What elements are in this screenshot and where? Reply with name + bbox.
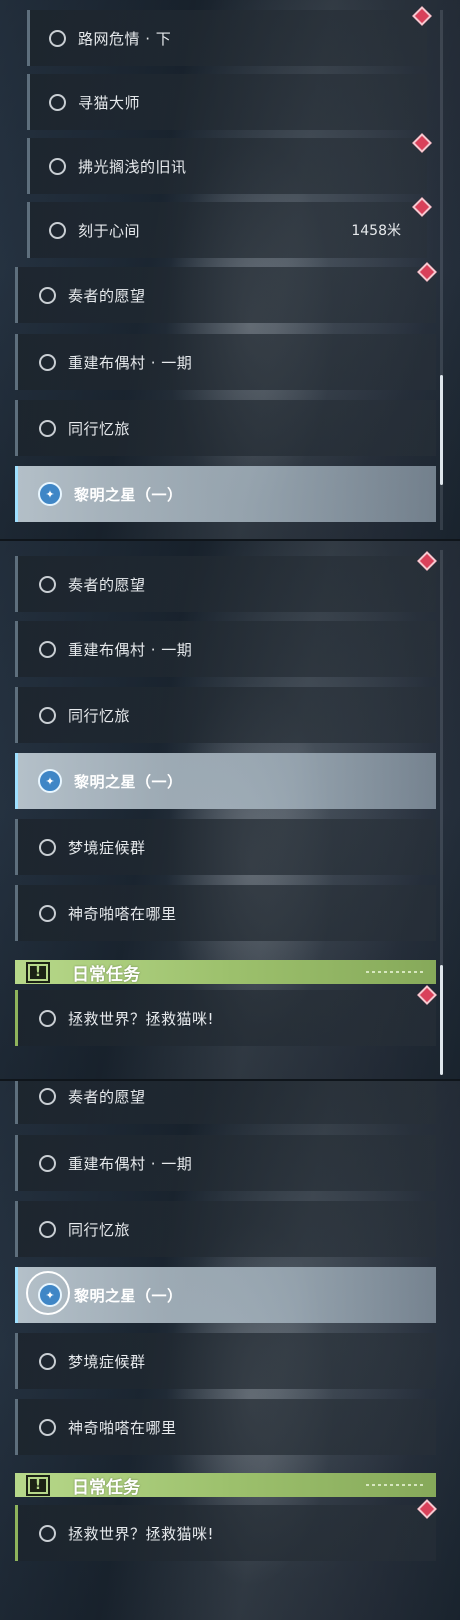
quest-item[interactable]: 同行忆旅	[15, 1201, 436, 1257]
quest-label: 梦境症候群	[68, 1352, 146, 1371]
quest-label: 黎明之星（一）	[74, 772, 183, 791]
circle-icon	[39, 1220, 56, 1238]
quest-item-tracked[interactable]: ✦ 黎明之星（一）	[15, 466, 436, 522]
quest-item[interactable]: 奏者的愿望	[15, 1080, 436, 1124]
circle-icon	[39, 1009, 56, 1027]
daily-quest-section-header[interactable]: ! 日常任务	[15, 960, 436, 985]
circle-icon	[49, 221, 66, 239]
quest-label: 奏者的愿望	[68, 575, 146, 594]
quest-item[interactable]: 梦境症候群	[15, 819, 436, 875]
quest-item[interactable]: 奏者的愿望	[15, 556, 436, 612]
distance-label: 1458米	[351, 223, 401, 239]
quest-label: 拯救世界？拯救猫咪!	[68, 1009, 215, 1028]
quest-label: 寻猫大师	[78, 93, 141, 112]
circle-icon	[39, 419, 56, 437]
exclamation-icon: !	[26, 1474, 50, 1496]
circle-icon	[39, 838, 56, 856]
quest-item[interactable]: 重建布偶村 · 一期	[15, 334, 436, 390]
quest-label: 黎明之星（一）	[74, 1286, 183, 1305]
section-title: 日常任务	[72, 964, 140, 985]
quest-label: 同行忆旅	[68, 419, 131, 438]
divider	[0, 1079, 460, 1081]
quest-item[interactable]: 寻猫大师	[27, 74, 427, 130]
scrollbar-thumb[interactable]	[440, 375, 443, 485]
tracking-star-icon: ✦	[38, 769, 62, 793]
quest-label: 梦境症候群	[68, 838, 146, 857]
quest-list-panel-1: 路网危情 · 下 寻猫大师 拂光搁浅的旧讯 刻于心间 1458米 奏者的愿望 重…	[0, 0, 460, 540]
section-decoration	[366, 1484, 424, 1486]
circle-icon	[39, 1087, 56, 1105]
daily-quest-section-header[interactable]: ! 日常任务	[15, 1473, 436, 1498]
circle-icon	[39, 640, 56, 658]
circle-icon	[49, 93, 66, 111]
quest-item[interactable]: 重建布偶村 · 一期	[15, 621, 436, 677]
quest-item[interactable]: 重建布偶村 · 一期	[15, 1135, 436, 1191]
quest-label: 重建布偶村 · 一期	[68, 640, 193, 659]
tracking-star-icon: ✦	[26, 1271, 70, 1315]
quest-item[interactable]: 奏者的愿望	[15, 267, 436, 323]
quest-item[interactable]: 同行忆旅	[15, 400, 436, 456]
exclamation-icon: !	[26, 961, 50, 983]
quest-item[interactable]: 梦境症候群	[15, 1333, 436, 1389]
scrollbar-thumb[interactable]	[440, 965, 443, 1075]
section-title: 日常任务	[72, 1477, 140, 1498]
divider	[0, 539, 460, 541]
quest-label: 神奇啪嗒在哪里	[68, 904, 177, 923]
quest-label: 神奇啪嗒在哪里	[68, 1418, 177, 1437]
selection-ring	[26, 1271, 70, 1315]
quest-label: 路网危情 · 下	[78, 29, 172, 48]
quest-list-panel-2: 奏者的愿望 重建布偶村 · 一期 同行忆旅 ✦ 黎明之星（一） 梦境症候群 神奇…	[0, 540, 460, 1080]
circle-icon	[39, 286, 56, 304]
daily-quest-item[interactable]: 拯救世界？拯救猫咪!	[15, 990, 436, 1046]
circle-icon	[39, 1352, 56, 1370]
quest-label: 同行忆旅	[68, 706, 131, 725]
quest-item[interactable]: 神奇啪嗒在哪里	[15, 1399, 436, 1455]
quest-label: 奏者的愿望	[68, 1087, 146, 1106]
quest-label: 同行忆旅	[68, 1220, 131, 1239]
quest-label: 拂光搁浅的旧讯	[78, 157, 187, 176]
circle-icon	[49, 157, 66, 175]
quest-label: 刻于心间	[78, 221, 141, 240]
quest-item[interactable]: 刻于心间 1458米	[27, 202, 427, 258]
circle-icon	[39, 904, 56, 922]
quest-label: 重建布偶村 · 一期	[68, 353, 193, 372]
quest-label: 拯救世界？拯救猫咪!	[68, 1524, 215, 1543]
quest-label: 奏者的愿望	[68, 286, 146, 305]
quest-item[interactable]: 路网危情 · 下	[27, 10, 427, 66]
circle-icon	[39, 1524, 56, 1542]
circle-icon	[39, 1418, 56, 1436]
circle-icon	[49, 29, 66, 47]
daily-quest-item[interactable]: 拯救世界？拯救猫咪!	[15, 1505, 436, 1561]
quest-item[interactable]: 神奇啪嗒在哪里	[15, 885, 436, 941]
quest-list-panel-3: 奏者的愿望 重建布偶村 · 一期 同行忆旅 ✦ 黎明之星（一） 梦境症候群 神奇…	[0, 1080, 460, 1620]
quest-item[interactable]: 拂光搁浅的旧讯	[27, 138, 427, 194]
tracking-star-icon: ✦	[38, 482, 62, 506]
quest-label: 重建布偶村 · 一期	[68, 1154, 193, 1173]
circle-icon	[39, 1154, 56, 1172]
section-decoration	[366, 971, 424, 973]
circle-icon	[39, 353, 56, 371]
circle-icon	[39, 706, 56, 724]
quest-item-tracked[interactable]: ✦ 黎明之星（一）	[15, 1267, 436, 1323]
quest-label: 黎明之星（一）	[74, 485, 183, 504]
quest-item-tracked[interactable]: ✦ 黎明之星（一）	[15, 753, 436, 809]
circle-icon	[39, 575, 56, 593]
quest-item[interactable]: 同行忆旅	[15, 687, 436, 743]
